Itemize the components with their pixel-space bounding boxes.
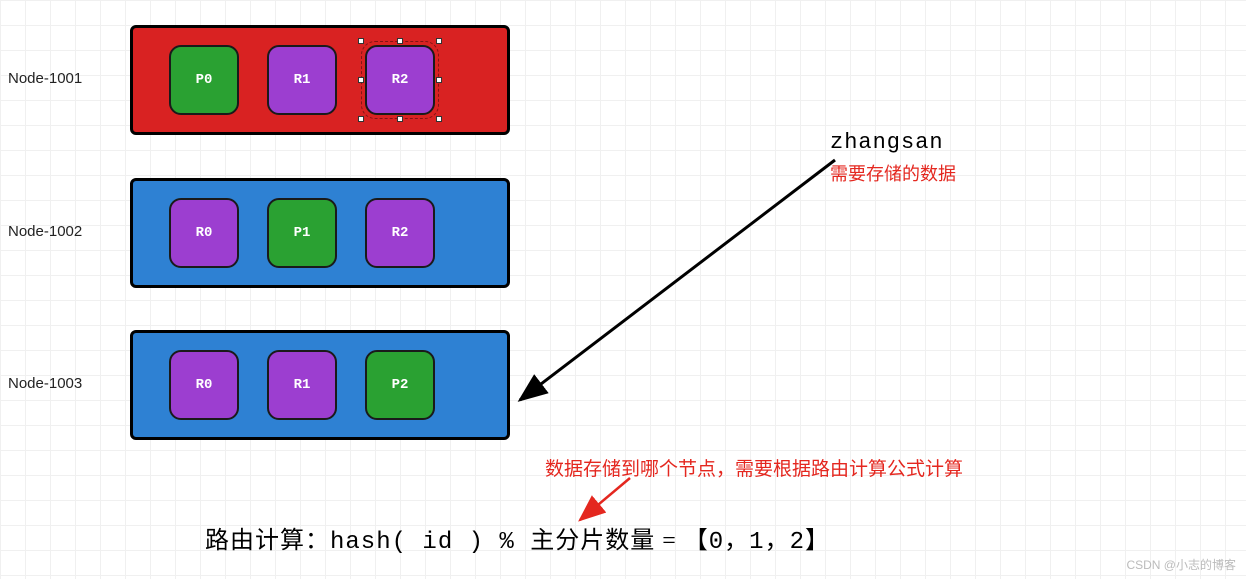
shard-r2-label: R2: [392, 72, 409, 88]
shard-r0-b-label: R0: [196, 377, 213, 393]
selection-handle: [436, 77, 442, 83]
shard-r0-b: R0: [169, 350, 239, 420]
shard-r1-label: R1: [294, 72, 311, 88]
formula-result: 【0，1，2】: [684, 529, 830, 556]
formula-mid: 主分片数量 =: [530, 528, 684, 554]
shard-r2-b: R2: [365, 198, 435, 268]
routing-formula: 路由计算：hash( id ) % 主分片数量 = 【0，1，2】: [205, 520, 830, 556]
data-example-name: zhangsan: [830, 130, 944, 155]
shard-p2: P2: [365, 350, 435, 420]
selection-handle: [436, 38, 442, 44]
shard-p1-label: P1: [294, 225, 311, 241]
data-example-caption: 需要存储的数据: [830, 160, 956, 186]
shard-r1-b: R1: [267, 350, 337, 420]
node-1001-container: P0 R1 R2: [130, 25, 510, 135]
selection-handle: [436, 116, 442, 122]
shard-r1-b-label: R1: [294, 377, 311, 393]
node-1002-label: Node-1002: [8, 223, 82, 240]
formula-hash: hash( id ) %: [330, 529, 530, 556]
shard-r0: R0: [169, 198, 239, 268]
shard-r0-label: R0: [196, 225, 213, 241]
node-1003-label: Node-1003: [8, 375, 82, 392]
shard-r2-selected: R2: [365, 45, 435, 115]
shard-p2-label: P2: [392, 377, 409, 393]
shard-p0-label: P0: [196, 72, 213, 88]
formula-prefix: 路由计算：: [205, 528, 330, 554]
shard-r2-b-label: R2: [392, 225, 409, 241]
routing-annotation: 数据存储到哪个节点，需要根据路由计算公式计算: [545, 454, 963, 481]
shard-r1: R1: [267, 45, 337, 115]
node-1002-container: R0 P1 R2: [130, 178, 510, 288]
selection-handle: [397, 116, 403, 122]
csdn-watermark: CSDN @小志的博客: [1126, 556, 1236, 573]
shard-p1: P1: [267, 198, 337, 268]
selection-handle: [358, 116, 364, 122]
node-1001-label: Node-1001: [8, 70, 82, 87]
node-1003-container: R0 R1 P2: [130, 330, 510, 440]
shard-p0: P0: [169, 45, 239, 115]
selection-handle: [397, 38, 403, 44]
selection-handle: [358, 77, 364, 83]
selection-handle: [358, 38, 364, 44]
